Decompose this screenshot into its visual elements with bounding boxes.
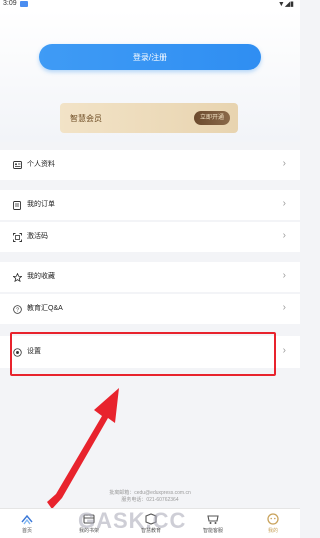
settings-highlight-box [10,332,276,376]
chevron-right-icon: › [282,198,286,209]
menu-item-orders[interactable]: 我的订单 › [0,190,300,220]
svg-text:?: ? [16,307,19,313]
tab-home[interactable]: 首页 [2,511,52,537]
footer-email: 批离邮箱：cedu@eduxpress.com.cn [109,490,191,496]
chevron-right-icon: › [282,302,286,313]
signal-icon: ▼◢▮ [277,1,294,8]
watermark: GASK.CC [78,508,187,533]
menu-item-profile[interactable]: 个人资料 › [0,150,300,180]
service-icon [207,515,219,524]
menu-label: 激活码 [27,233,48,240]
status-bar: 3:09 ▼◢▮ [0,0,300,10]
vip-activate-button[interactable]: 立即开通 [193,111,230,125]
status-time: 3:09 [3,0,17,7]
footer-info: 批离邮箱：cedu@eduxpress.com.cn 服务电话：021-6076… [0,490,300,504]
menu-item-qa[interactable]: ? 教育汇Q&A › [0,294,300,324]
home-icon [21,514,33,525]
order-doc-icon [12,200,22,210]
me-icon [267,513,279,525]
menu-item-favorites[interactable]: 我的收藏 › [0,262,300,292]
tab-label: 我的 [267,528,278,534]
sim-icon [20,1,28,7]
vip-membership-card[interactable]: 智慧会员 立即开通 [60,103,238,133]
vip-label: 智慧会员 [70,114,102,123]
star-icon [12,272,22,282]
question-icon: ? [12,304,22,314]
menu-label: 教育汇Q&A [27,305,63,312]
chevron-right-icon: › [282,270,286,281]
footer-phone: 服务电话：021-60762364 [121,497,179,503]
chevron-right-icon: › [282,158,286,169]
menu-label: 我的收藏 [27,273,55,280]
menu-label: 个人资料 [27,161,55,168]
chevron-right-icon: › [282,230,286,241]
menu-label: 我的订单 [27,201,55,208]
tab-service[interactable]: 智能客服 [188,511,238,537]
chevron-right-icon: › [282,345,286,356]
scan-code-icon [12,232,22,242]
menu-item-activation-code[interactable]: 激活码 › [0,222,300,252]
tab-label: 首页 [21,528,32,534]
tab-me[interactable]: 我的 [248,511,298,537]
login-register-button[interactable]: 登录/注册 [39,44,261,70]
tab-label: 智能客服 [202,528,223,534]
profile-card-icon [12,160,22,170]
